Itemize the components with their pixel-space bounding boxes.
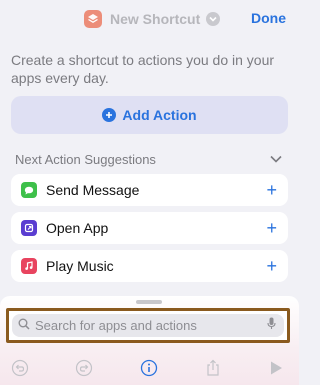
plus-circle-icon — [102, 108, 117, 122]
done-button[interactable]: Done — [251, 10, 286, 26]
actions-bottom-sheet — [0, 296, 299, 385]
info-icon[interactable] — [137, 356, 161, 380]
redo-icon[interactable] — [72, 356, 96, 380]
messages-icon — [21, 182, 37, 198]
suggestion-send-message[interactable]: Send Message + — [11, 174, 288, 206]
play-icon[interactable] — [264, 356, 288, 380]
undo-icon[interactable] — [8, 356, 32, 380]
add-action-label: Add Action — [122, 107, 197, 123]
intro-text: Create a shortcut to actions you do in y… — [11, 52, 275, 86]
add-action-button[interactable]: Add Action — [11, 96, 288, 134]
add-suggestion-plus-icon[interactable]: + — [266, 181, 277, 199]
suggestion-play-music[interactable]: Play Music + — [11, 250, 288, 282]
shortcut-title: New Shortcut — [110, 11, 201, 27]
suggestion-label: Send Message — [46, 182, 140, 198]
suggestion-label: Play Music — [46, 258, 114, 274]
search-field[interactable] — [12, 314, 284, 337]
suggestions-title: Next Action Suggestions — [15, 151, 156, 167]
search-icon — [18, 317, 30, 335]
search-input[interactable] — [35, 318, 267, 333]
chevron-down-icon[interactable] — [206, 12, 221, 26]
sheet-grabber[interactable] — [136, 300, 162, 304]
suggestion-open-app[interactable]: Open App + — [11, 212, 288, 244]
shortcuts-stack-icon — [84, 10, 102, 28]
shortcut-editor-screen: New Shortcut Done Create a shortcut to a… — [0, 0, 299, 385]
open-app-icon — [21, 220, 37, 236]
header: New Shortcut Done — [0, 0, 299, 38]
music-icon — [21, 258, 37, 274]
add-suggestion-plus-icon[interactable]: + — [266, 219, 277, 237]
suggestions-header[interactable]: Next Action Suggestions — [15, 150, 282, 168]
search-box-highlight — [6, 308, 290, 343]
editor-toolbar — [0, 356, 299, 382]
chevron-down-icon[interactable] — [270, 150, 282, 168]
suggestion-label: Open App — [46, 220, 109, 236]
microphone-icon[interactable] — [267, 317, 276, 335]
share-icon[interactable] — [201, 356, 225, 380]
add-suggestion-plus-icon[interactable]: + — [266, 257, 277, 275]
title-menu[interactable]: New Shortcut — [84, 8, 221, 30]
